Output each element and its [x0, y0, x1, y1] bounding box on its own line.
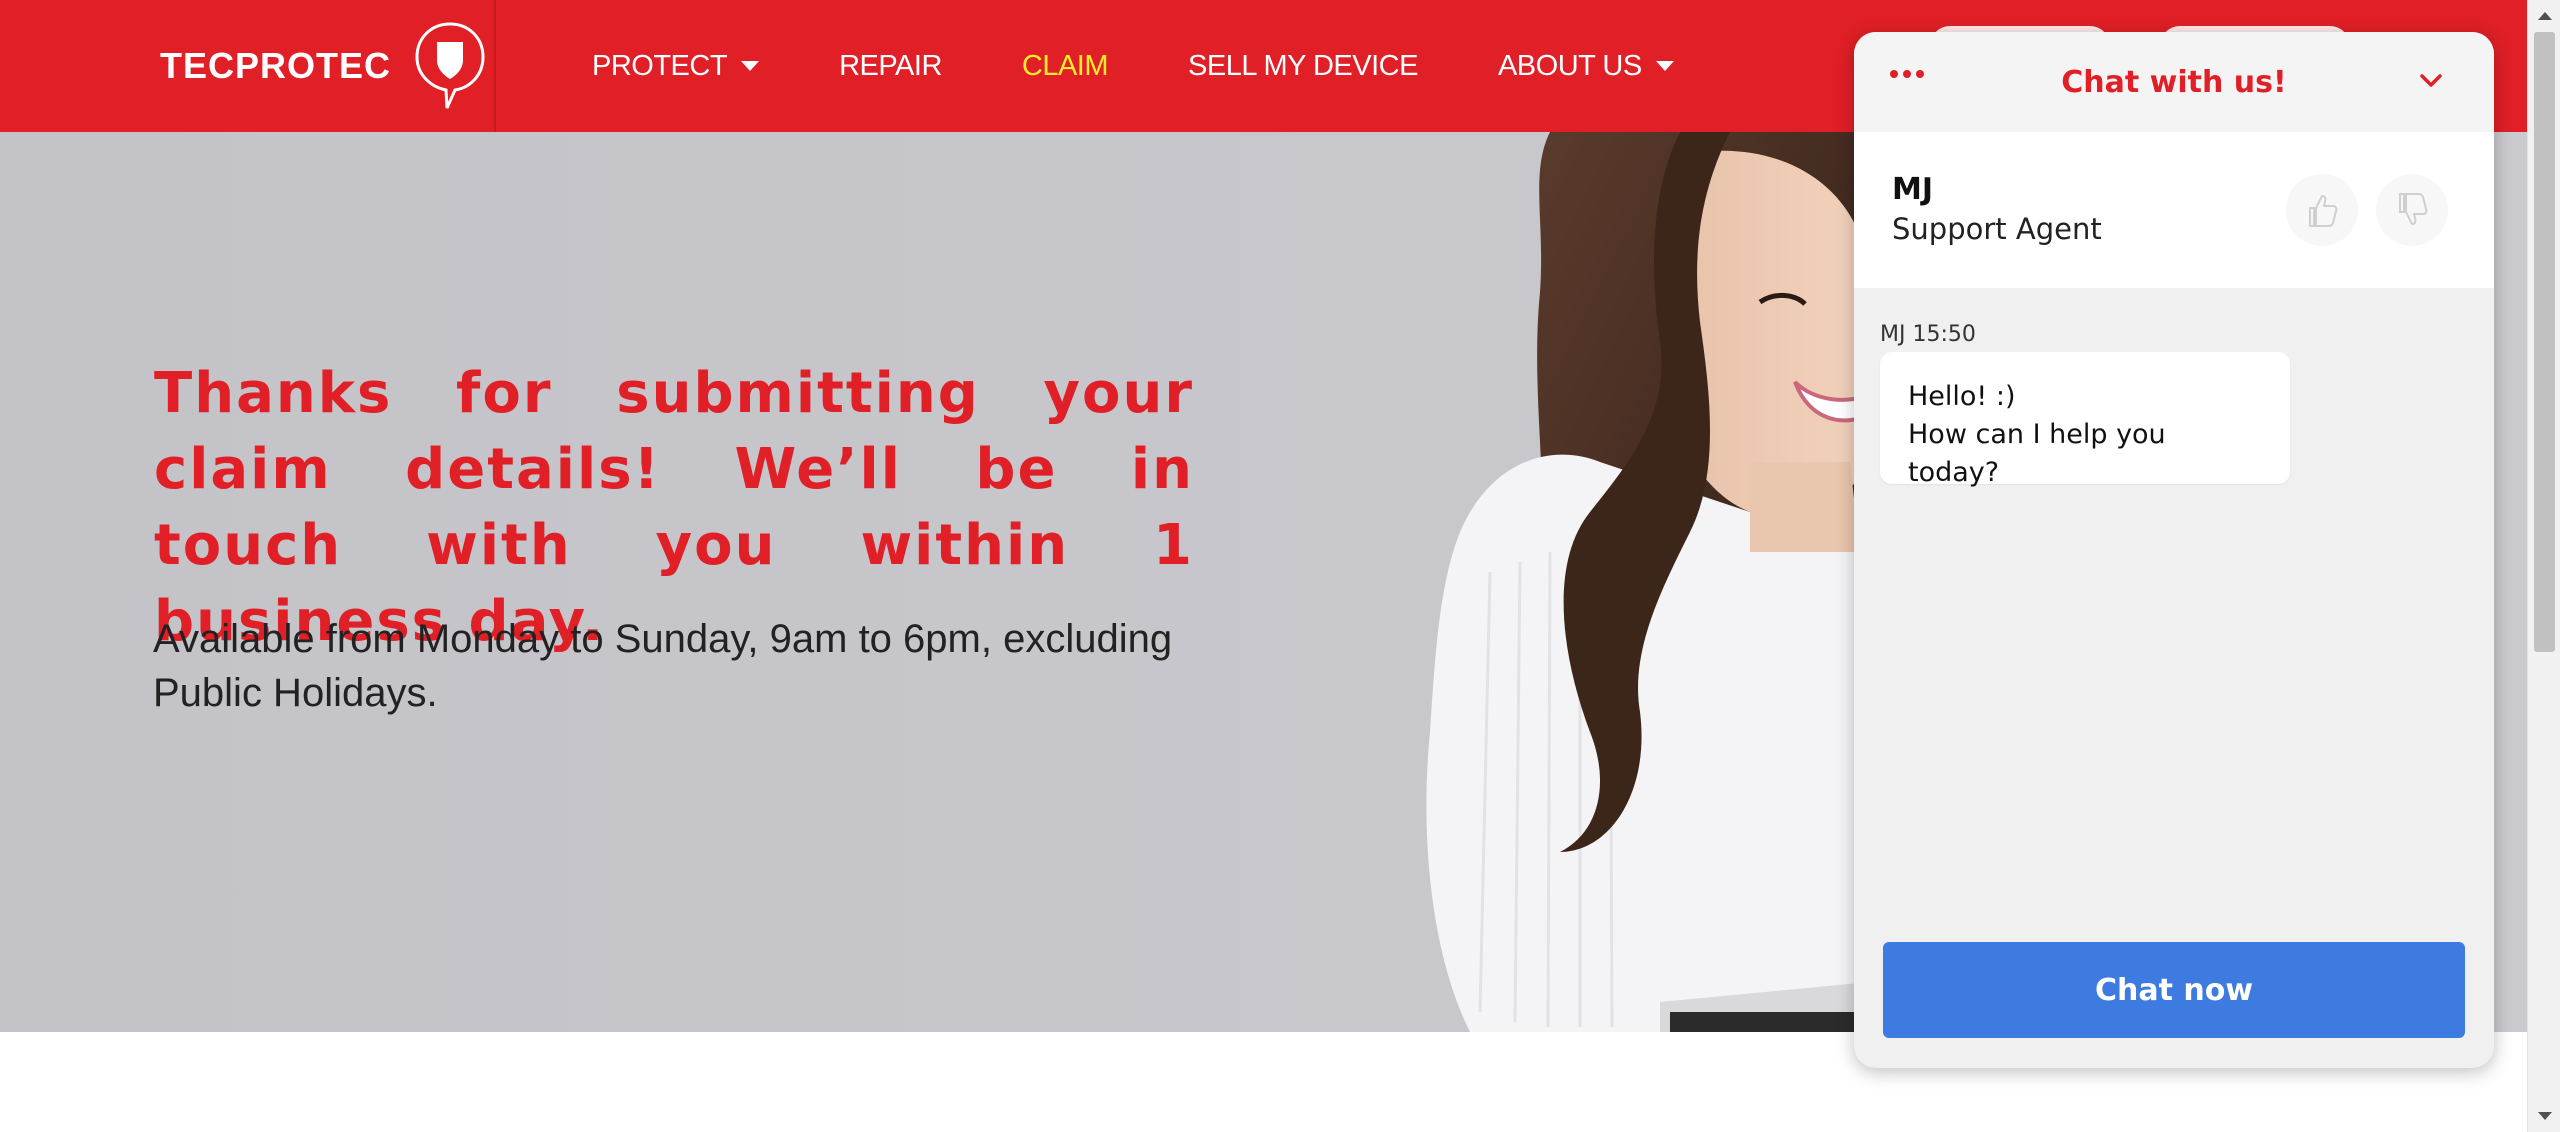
- chat-title: Chat with us!: [2061, 64, 2287, 100]
- nav-item-protect[interactable]: PROTECT: [592, 49, 760, 83]
- page-scrollbar[interactable]: [2527, 0, 2560, 1132]
- agent-card: MJ Support Agent: [1854, 132, 2494, 288]
- nav-item-label: ABOUT US: [1497, 49, 1642, 82]
- nav-item-about-us[interactable]: ABOUT US: [1498, 50, 1674, 83]
- message-bubble: Hello! :) How can I help you today?: [1880, 352, 2290, 488]
- scroll-down-arrow-icon[interactable]: [2538, 1112, 2552, 1120]
- more-options-icon[interactable]: [1890, 70, 1924, 78]
- nav-item-sell-my-device[interactable]: SELL MY DEVICE: [1188, 50, 1418, 83]
- nav-item-label: SELL MY DEVICE: [1188, 49, 1418, 82]
- nav-item-claim[interactable]: CLAIM: [1021, 49, 1109, 83]
- hero-photo: [1426, 132, 1870, 1032]
- message-line: Hello! :): [1908, 381, 2016, 412]
- agent-role: Support Agent: [1892, 212, 2102, 246]
- chat-header: Chat with us!: [1854, 32, 2494, 132]
- agent-name: MJ: [1892, 172, 1934, 207]
- hero-subtext: Available from Monday to Sunday, 9am to …: [153, 617, 1173, 715]
- scrollbar-thumb[interactable]: [2534, 32, 2555, 652]
- chat-widget: Chat with us! MJ Support Agent MJ 15:50 …: [1854, 32, 2494, 1068]
- brand-logo[interactable]: TECPROTEC: [160, 18, 487, 114]
- caret-down-icon: [1655, 61, 1674, 71]
- chevron-down-icon[interactable]: [2418, 68, 2444, 94]
- thumbs-down-button[interactable]: [2376, 174, 2448, 246]
- chat-now-button[interactable]: Chat now: [1883, 942, 2465, 1038]
- thumbs-up-icon: [2309, 194, 2338, 227]
- message-meta: MJ 15:50: [1880, 322, 1976, 347]
- nav-item-repair[interactable]: REPAIR: [839, 50, 942, 83]
- logo-text: TECPROTEC: [160, 45, 392, 86]
- thumbs-down-icon: [2399, 193, 2428, 226]
- shield-badge-icon: [415, 22, 485, 109]
- nav-item-label: PROTECT: [592, 49, 728, 82]
- main-nav: PROTECT REPAIR CLAIM SELL MY DEVICE ABOU…: [592, 0, 1754, 132]
- thumbs-up-button[interactable]: [2286, 174, 2358, 246]
- scroll-up-arrow-icon[interactable]: [2538, 12, 2552, 20]
- nav-item-label: CLAIM: [1021, 49, 1109, 82]
- message-line: How can I help you today?: [1908, 419, 2166, 488]
- header-divider: [494, 0, 496, 132]
- nav-item-label: REPAIR: [839, 49, 942, 82]
- caret-down-icon: [741, 61, 760, 71]
